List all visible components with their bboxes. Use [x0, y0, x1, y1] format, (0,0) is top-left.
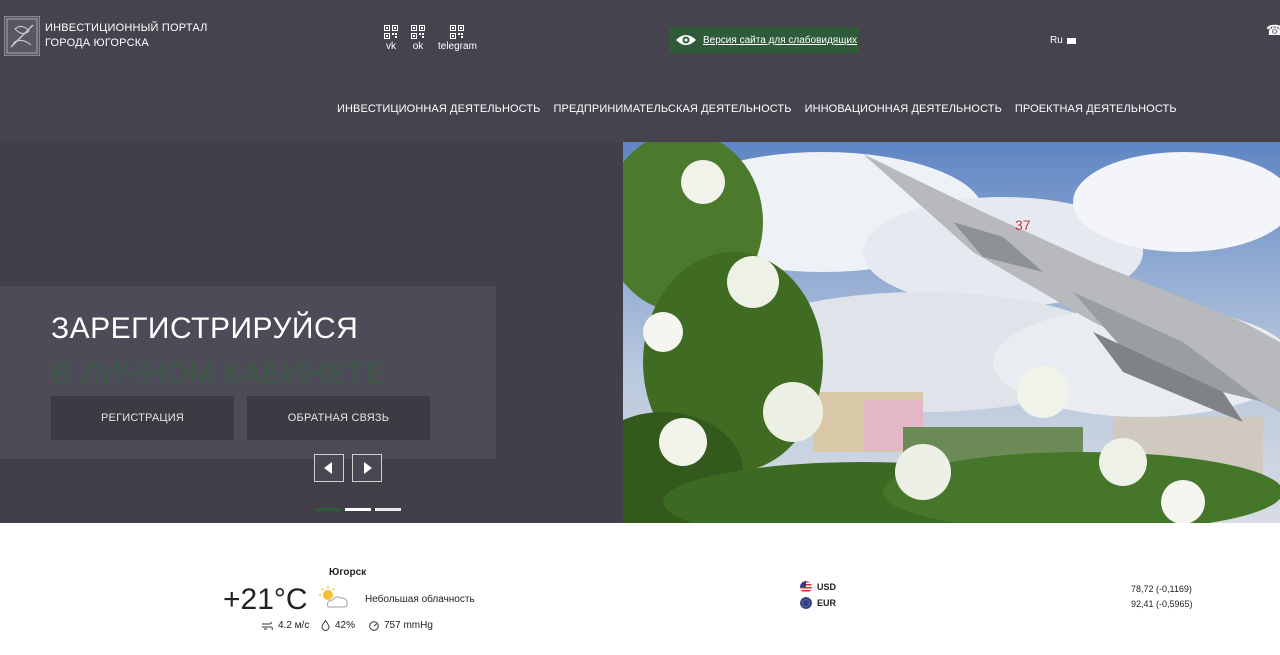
currency-code: EUR [817, 598, 837, 608]
flag-icon [1066, 37, 1076, 44]
nav-item-innovation[interactable]: ИННОВАЦИОННАЯ ДЕЯТЕЛЬНОСТЬ [805, 103, 1002, 115]
eu-flag-icon [800, 597, 812, 609]
registration-panel: ЗАРЕГИСТРИРУЙСЯ В ЛИЧНОМ КАБИНЕТЕ РЕГИСТ… [0, 286, 496, 459]
humidity-icon [321, 620, 330, 631]
slider-dot[interactable] [345, 508, 371, 511]
currency-usd: USD [800, 581, 836, 593]
low-vision-version-button[interactable]: Версия сайта для слабовидящих [669, 27, 859, 53]
social-label: vk [386, 41, 396, 52]
usd-rate: 78,72 (-0,1169) [1131, 584, 1192, 594]
social-label: ok [412, 41, 424, 52]
currency-code: USD [817, 582, 837, 592]
eye-icon [676, 35, 696, 45]
chevron-left-icon [324, 462, 332, 474]
nav-item-business[interactable]: ПРЕДПРИНИМАТЕЛЬСКАЯ ДЕЯТЕЛЬНОСТЬ [554, 103, 792, 115]
hero-title: ЗАРЕГИСТРИРУЙСЯ [51, 312, 359, 345]
phone-icon[interactable]: ☎ [1266, 22, 1280, 39]
svg-text:37: 37 [1015, 217, 1031, 233]
nav-item-projects[interactable]: ПРОЕКТНАЯ ДЕЯТЕЛЬНОСТЬ [1015, 103, 1177, 115]
humidity-value: 42% [335, 620, 356, 631]
hero-slider: 37 ЗАРЕГИСТРИРУЙСЯ В ЛИЧНОМ КАБИНЕТЕ РЕГ… [0, 142, 1280, 523]
social-label: telegram [438, 41, 477, 52]
weather-pressure: 757 mmHg [369, 620, 433, 631]
social-ok-link[interactable]: ok [411, 25, 425, 52]
wind-icon [262, 621, 273, 630]
social-vk-link[interactable]: vk [384, 25, 398, 52]
hero-photo-jet-monument: 37 [623, 142, 1280, 523]
chevron-right-icon [364, 462, 372, 474]
weather-humidity: 42% [321, 620, 355, 631]
register-button[interactable]: РЕГИСТРАЦИЯ [51, 396, 234, 440]
us-flag-icon [800, 581, 812, 593]
language-label: Ru [1050, 35, 1063, 46]
main-nav: ИНВЕСТИЦИОННАЯ ДЕЯТЕЛЬНОСТЬ ПРЕДПРИНИМАТ… [337, 103, 1190, 115]
qr-code-icon [411, 25, 425, 39]
pressure-gauge-icon [369, 620, 379, 631]
currency-eur: EUR [800, 597, 836, 609]
weather-wind: 4.2 м/с [262, 620, 309, 631]
info-bar: Югорск +21°C Небольшая облачность 4.2 м/… [0, 523, 1280, 655]
nav-item-investment[interactable]: ИНВЕСТИЦИОННАЯ ДЕЯТЕЛЬНОСТЬ [337, 103, 541, 115]
weather-city: Югорск [329, 567, 367, 578]
partly-cloudy-icon [318, 586, 350, 615]
portal-title-line1: ИНВЕСТИЦИОННЫЙ ПОРТАЛ [45, 22, 208, 34]
social-telegram-link[interactable]: telegram [438, 25, 477, 52]
qr-code-icon [450, 25, 465, 39]
slider-dot[interactable] [315, 508, 341, 511]
hero-subtitle: В ЛИЧНОМ КАБИНЕТЕ [51, 357, 387, 390]
language-switcher[interactable]: Ru [1050, 35, 1076, 46]
weather-condition: Небольшая облачность [365, 594, 475, 605]
portal-title[interactable]: ИНВЕСТИЦИОННЫЙ ПОРТАЛ ГОРОДА ЮГОРСКА [45, 21, 208, 51]
eur-rate: 92,41 (-0,5965) [1131, 599, 1193, 609]
city-emblem-logo[interactable] [4, 16, 40, 56]
weather-temperature: +21°C [223, 583, 308, 616]
qr-code-icon [384, 25, 398, 39]
portal-title-line2: ГОРОДА ЮГОРСКА [45, 37, 149, 49]
low-vision-label: Версия сайта для слабовидящих [703, 34, 858, 46]
site-header: ИНВЕСТИЦИОННЫЙ ПОРТАЛ ГОРОДА ЮГОРСКА vk … [0, 0, 1280, 142]
slider-prev-button[interactable] [314, 454, 344, 482]
pressure-value: 757 mmHg [384, 620, 433, 631]
wind-value: 4.2 м/с [278, 620, 310, 631]
feedback-button[interactable]: ОБРАТНАЯ СВЯЗЬ [247, 396, 430, 440]
slider-next-button[interactable] [352, 454, 382, 482]
slider-dot[interactable] [375, 508, 401, 511]
